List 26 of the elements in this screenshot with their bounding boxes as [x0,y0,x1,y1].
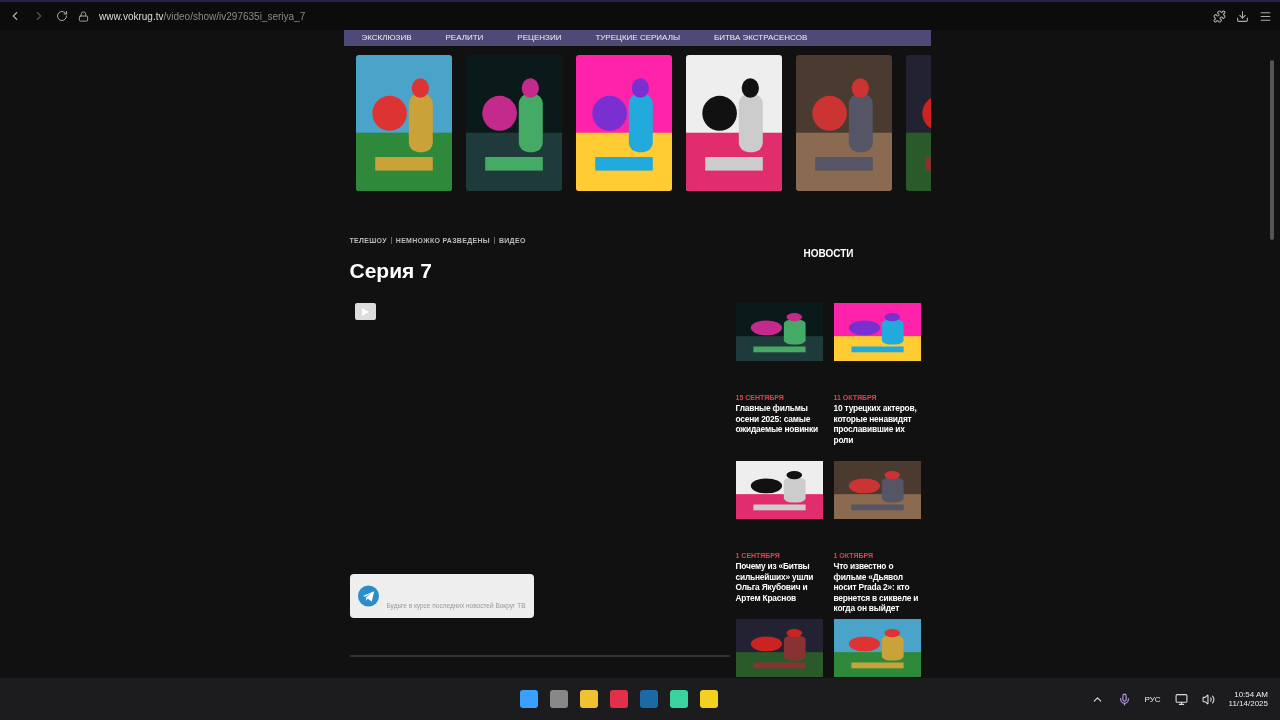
page-title: Серия 7 [349,259,433,283]
extensions-icon[interactable] [1213,9,1226,23]
news-title[interactable]: 10 турецких актеров, которые ненавидят прославившие их роли [833,403,921,445]
volume-icon[interactable] [1201,692,1215,706]
nav-link[interactable]: БИТВА ЭКСТРАСЕНСОВ [713,32,808,44]
nav-link[interactable]: ЭКСКЛЮЗИВ [361,32,412,44]
nav-link[interactable]: РЕАЛИТИ [445,32,484,44]
language-indicator[interactable]: РУС [1144,694,1161,704]
reload-icon[interactable] [56,10,68,22]
download-icon[interactable] [1236,9,1249,23]
address-bar[interactable]: www.vokrug.tv/video/show/iv297635i_seriya_7 [99,10,306,22]
nav-link[interactable]: РЕЦЕНЗИИ [517,32,562,44]
menu-icon[interactable] [1259,9,1272,23]
news-title[interactable]: Главные фильмы осени 2025: самые ожидаемые новинки [735,403,823,435]
play-icon [361,307,369,316]
news-title[interactable]: Почему из «Битвы сильнейших» ушли Ольга Якубович и Артем Краснов [735,561,823,603]
section-heading: НОВОСТИ [802,248,855,259]
scrollbar[interactable] [1270,60,1274,240]
network-icon[interactable] [1174,692,1188,706]
news-title[interactable]: Что известно о фильме «Дьявол носит Prada 2»: кто вернется в сиквеле и когда он выйдет [833,561,921,614]
telegram-icon [357,583,379,609]
nav-link[interactable]: ТУРЕЦКИЕ СЕРИАЛЫ [595,32,680,44]
clock[interactable]: 10:54 AM 11/14/2025 [1228,690,1268,708]
play-button[interactable] [354,303,376,320]
lock-icon [78,10,89,22]
microphone-icon[interactable] [1117,692,1131,706]
